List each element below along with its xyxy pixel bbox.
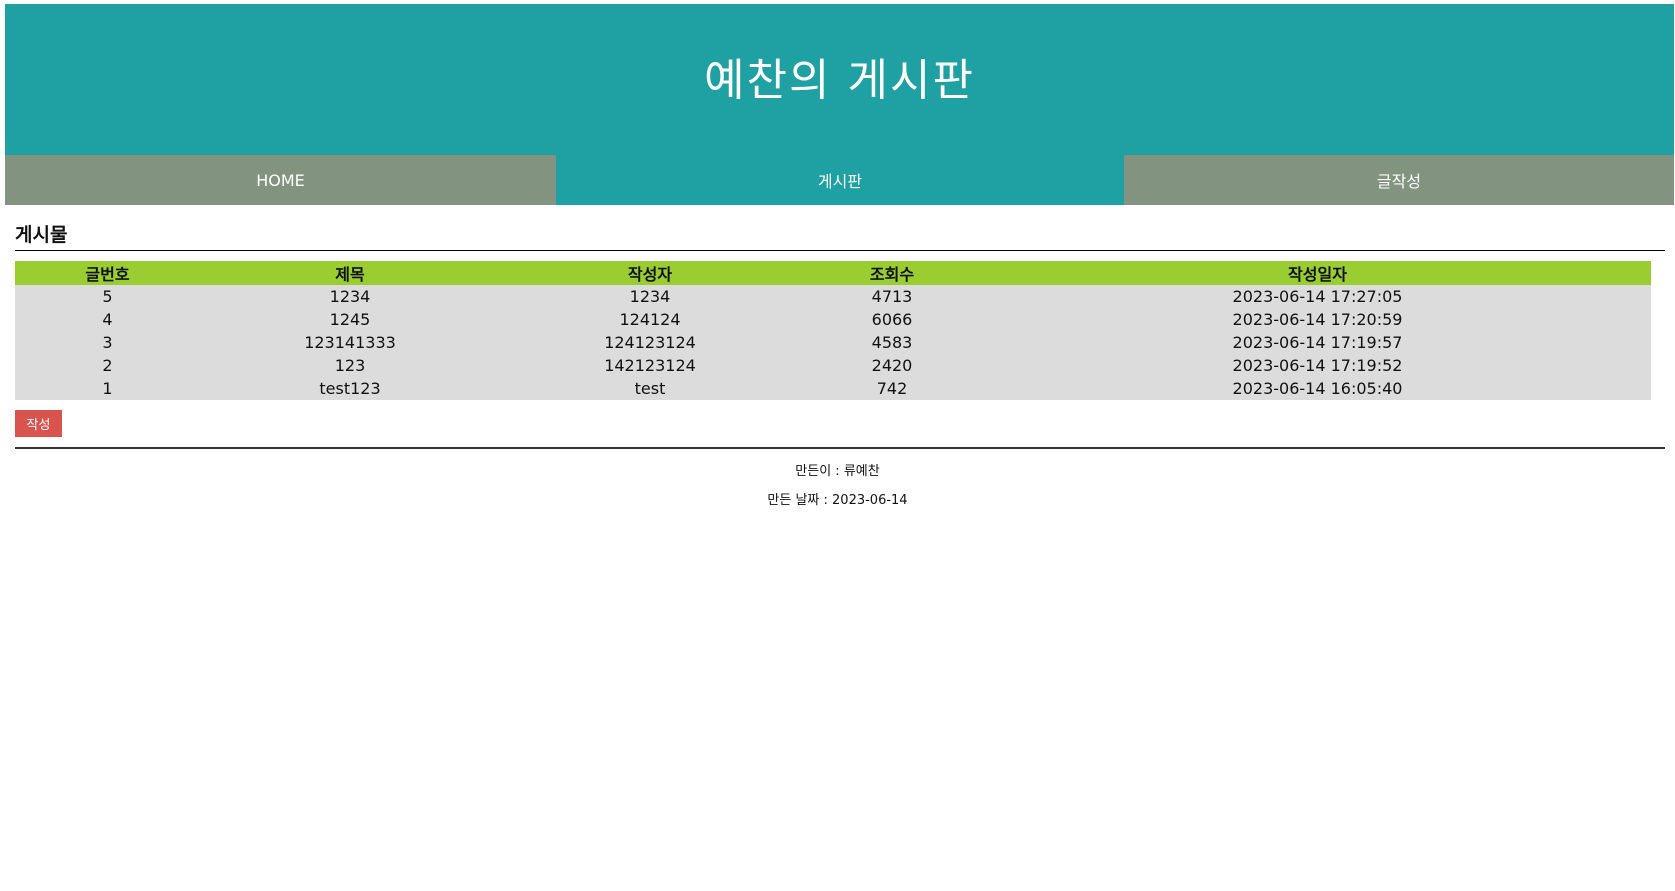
post-date: 2023-06-14 16:05:40 xyxy=(984,377,1651,400)
post-title[interactable]: 123141333 xyxy=(200,331,500,354)
post-date: 2023-06-14 17:27:05 xyxy=(984,285,1651,308)
post-title[interactable]: 1234 xyxy=(200,285,500,308)
board-table: 글번호 제목 작성자 조회수 작성일자 5 1234 1234 4713 202… xyxy=(15,261,1651,400)
post-views: 4583 xyxy=(800,331,984,354)
post-author: 124124 xyxy=(500,308,800,331)
table-header-row: 글번호 제목 작성자 조회수 작성일자 xyxy=(15,261,1651,285)
post-views: 6066 xyxy=(800,308,984,331)
column-header-views: 조회수 xyxy=(800,261,984,285)
post-title[interactable]: 1245 xyxy=(200,308,500,331)
footer-date: 만든 날짜 : 2023-06-14 xyxy=(767,493,908,508)
write-post-button[interactable]: 작성 xyxy=(15,410,62,437)
section-title: 게시물 xyxy=(15,224,1665,251)
main-nav: HOME 게시판 글작성 xyxy=(5,155,1674,205)
post-title[interactable]: 123 xyxy=(200,354,500,377)
post-date: 2023-06-14 17:19:57 xyxy=(984,331,1651,354)
post-number: 1 xyxy=(15,377,200,400)
nav-item-write[interactable]: 글작성 xyxy=(1124,155,1674,205)
footer-divider xyxy=(15,447,1665,449)
table-row[interactable]: 1 test123 test 742 2023-06-14 16:05:40 xyxy=(15,377,1651,400)
table-row[interactable]: 5 1234 1234 4713 2023-06-14 17:27:05 xyxy=(15,285,1651,308)
post-views: 2420 xyxy=(800,354,984,377)
post-number: 3 xyxy=(15,331,200,354)
post-author: 1234 xyxy=(500,285,800,308)
post-views: 4713 xyxy=(800,285,984,308)
table-row[interactable]: 4 1245 124124 6066 2023-06-14 17:20:59 xyxy=(15,308,1651,331)
column-header-title: 제목 xyxy=(200,261,500,285)
column-header-date: 작성일자 xyxy=(984,261,1651,285)
footer-maker: 만든이 : 류예찬 xyxy=(795,464,880,479)
post-number: 4 xyxy=(15,308,200,331)
table-row[interactable]: 3 123141333 124123124 4583 2023-06-14 17… xyxy=(15,331,1651,354)
post-number: 2 xyxy=(15,354,200,377)
page: 예찬의 게시판 HOME 게시판 글작성 게시물 글번호 제목 작성자 조회수 … xyxy=(0,0,1675,891)
site-header: 예찬의 게시판 xyxy=(5,4,1674,155)
post-author: 124123124 xyxy=(500,331,800,354)
post-title[interactable]: test123 xyxy=(200,377,500,400)
nav-item-home[interactable]: HOME xyxy=(5,155,556,205)
table-row[interactable]: 2 123 142123124 2420 2023-06-14 17:19:52 xyxy=(15,354,1651,377)
site-title: 예찬의 게시판 xyxy=(704,54,975,106)
post-views: 742 xyxy=(800,377,984,400)
post-author: test xyxy=(500,377,800,400)
post-number: 5 xyxy=(15,285,200,308)
post-author: 142123124 xyxy=(500,354,800,377)
column-header-author: 작성자 xyxy=(500,261,800,285)
post-date: 2023-06-14 17:20:59 xyxy=(984,308,1651,331)
column-header-number: 글번호 xyxy=(15,261,200,285)
nav-item-board[interactable]: 게시판 xyxy=(556,155,1124,205)
post-date: 2023-06-14 17:19:52 xyxy=(984,354,1651,377)
